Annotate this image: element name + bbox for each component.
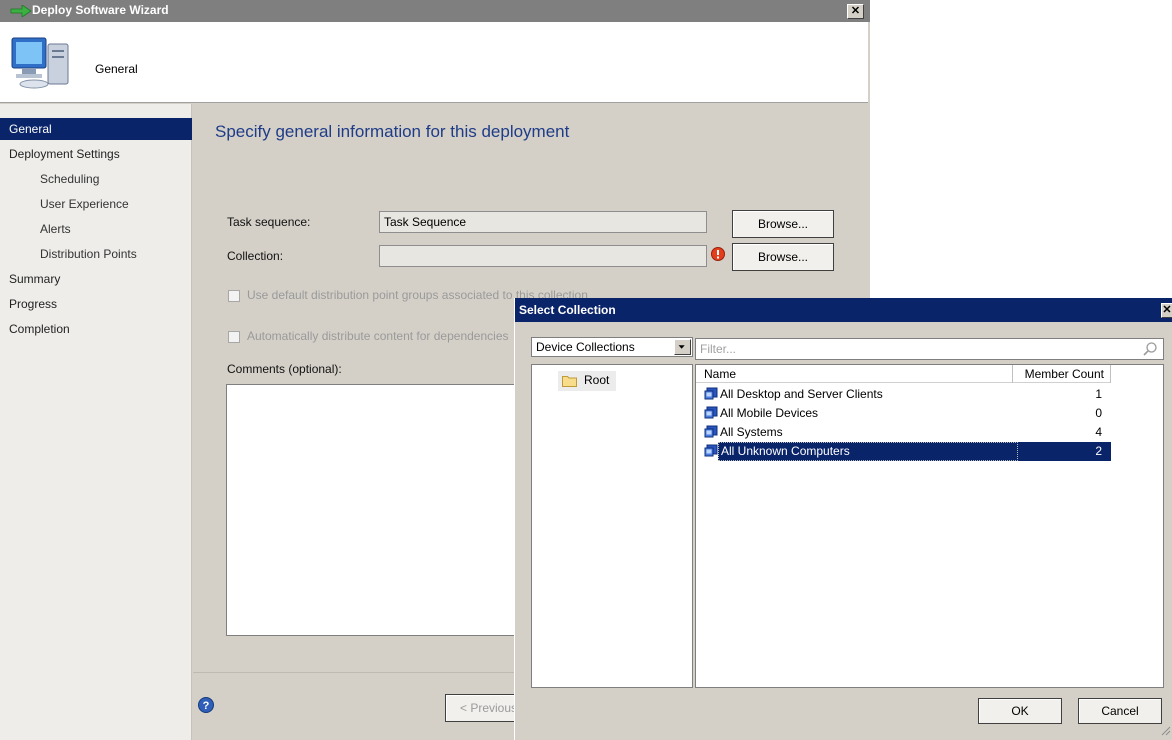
task-sequence-browse-button[interactable]: Browse...: [732, 210, 834, 238]
error-icon: [711, 247, 725, 261]
tree-node-root[interactable]: Root: [558, 371, 616, 391]
ok-button[interactable]: OK: [978, 698, 1062, 724]
collection-row[interactable]: All Unknown Computers 2: [696, 442, 1111, 461]
tree-node-label: Root: [584, 373, 610, 387]
collection-name: All Mobile Devices: [720, 406, 819, 420]
device-collection-icon: [704, 444, 718, 457]
collection-row[interactable]: All Mobile Devices 0: [696, 404, 1111, 423]
nav-item-completion[interactable]: Completion: [0, 318, 192, 340]
green-arrow-icon: [10, 5, 32, 17]
filter-box[interactable]: [695, 338, 1164, 360]
device-collection-icon: [704, 406, 718, 419]
collection-label: Collection:: [227, 249, 284, 263]
collection-member-count: 0: [1095, 406, 1102, 420]
cancel-button[interactable]: Cancel: [1078, 698, 1162, 724]
help-icon[interactable]: ?: [198, 697, 214, 713]
dialog-close-button[interactable]: ✕: [1161, 303, 1172, 318]
comments-textarea[interactable]: [226, 384, 526, 636]
nav-item-distribution-points[interactable]: Distribution Points: [0, 243, 192, 265]
nav-item-general[interactable]: General: [0, 118, 192, 140]
wizard-close-button[interactable]: ✕: [847, 4, 864, 19]
select-collection-dialog: Select Collection ✕ Device Collections R…: [514, 298, 1172, 740]
nav-item-summary[interactable]: Summary: [0, 268, 192, 290]
collection-name: All Systems: [720, 425, 783, 439]
wizard-header: General: [0, 22, 868, 103]
collection-field[interactable]: [379, 245, 707, 267]
collection-browse-button[interactable]: Browse...: [732, 243, 834, 271]
collection-list: Name Member Count All Desktop and Server…: [695, 364, 1164, 688]
collection-row[interactable]: All Desktop and Server Clients 1: [696, 385, 1111, 404]
folder-icon: [562, 376, 577, 387]
wizard-titlebar: Deploy Software Wizard ✕: [0, 0, 870, 22]
wizard-page-title: General: [95, 62, 138, 76]
task-sequence-field[interactable]: Task Sequence: [379, 211, 707, 233]
auto-distribute-checkbox[interactable]: [228, 331, 240, 343]
collection-name: All Desktop and Server Clients: [720, 387, 883, 401]
nav-item-alerts[interactable]: Alerts: [0, 218, 192, 240]
search-icon[interactable]: [1142, 341, 1158, 357]
device-collection-icon: [704, 387, 718, 400]
default-dp-groups-checkbox[interactable]: [228, 290, 240, 302]
collection-type-value: Device Collections: [536, 340, 635, 354]
wizard-title: Deploy Software Wizard: [32, 3, 169, 17]
collection-member-count: 4: [1095, 425, 1102, 439]
task-sequence-label: Task sequence:: [227, 215, 311, 229]
collection-row[interactable]: All Systems 4: [696, 423, 1111, 442]
list-header: Name Member Count: [696, 365, 1111, 383]
column-header-member-count[interactable]: Member Count: [1013, 365, 1111, 383]
dialog-titlebar: Select Collection ✕: [515, 298, 1172, 322]
nav-item-progress[interactable]: Progress: [0, 293, 192, 315]
resize-grip-icon[interactable]: [1159, 724, 1171, 736]
computer-icon: [11, 37, 69, 89]
nav-item-deployment-settings[interactable]: Deployment Settings: [0, 143, 192, 165]
nav-item-user-experience[interactable]: User Experience: [0, 193, 192, 215]
svg-text:?: ?: [203, 700, 210, 712]
collection-tree: Root: [531, 364, 693, 688]
nav-item-scheduling[interactable]: Scheduling: [0, 168, 192, 190]
collection-member-count: 1: [1095, 387, 1102, 401]
device-collection-icon: [704, 425, 718, 438]
dialog-title: Select Collection: [519, 303, 616, 317]
wizard-nav: General Deployment Settings Scheduling User…: [0, 104, 192, 740]
collection-name: All Unknown Computers: [718, 442, 1018, 461]
comments-label: Comments (optional):: [227, 362, 342, 376]
collection-type-select[interactable]: Device Collections: [531, 337, 693, 357]
collection-member-count: 2: [1018, 442, 1111, 461]
auto-distribute-label: Automatically distribute content for dep…: [247, 329, 509, 343]
page-heading: Specify general information for this dep…: [215, 122, 570, 141]
column-header-name[interactable]: Name: [696, 365, 1013, 383]
filter-input[interactable]: [700, 341, 1130, 357]
chevron-down-icon[interactable]: [674, 339, 691, 355]
